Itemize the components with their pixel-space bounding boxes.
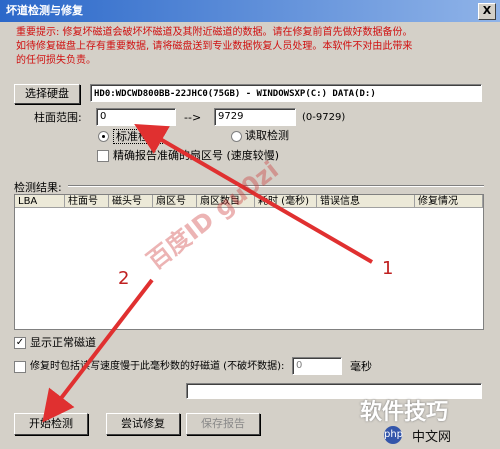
- arrow-2: [42, 278, 154, 423]
- annotation-arrows: [42, 123, 374, 423]
- brand-site: 中文网: [412, 430, 452, 445]
- annotation-number-1: 1: [382, 258, 394, 279]
- annotation-number-2: 2: [118, 268, 130, 289]
- php-logo-icon: php: [384, 426, 403, 444]
- brand-text: 软件技巧: [360, 400, 449, 425]
